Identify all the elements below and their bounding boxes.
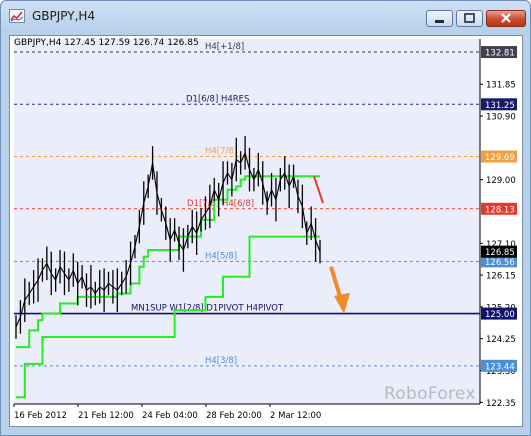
x-tick-label: 16 Feb 2012 <box>14 411 67 421</box>
y-tick-label: 122.35 <box>486 399 516 409</box>
minimize-icon <box>435 20 444 23</box>
x-tick-label: 2 Mar 12:00 <box>270 411 321 421</box>
level-label: H4[+1/8] <box>205 42 244 52</box>
price-tag-label: 125.00 <box>485 310 515 320</box>
window-title: GBPJPY,H4 <box>32 9 96 23</box>
y-tick-label: 126.15 <box>486 272 516 282</box>
close-button[interactable] <box>486 10 526 27</box>
level-label: D1[6/8] H4RES <box>186 94 249 104</box>
ohlc-readout: GBPJPY,H4 127.45 127.59 126.74 126.85 <box>14 38 199 48</box>
level-label: H4[5/8] <box>205 251 237 261</box>
price-tag-label: 129.69 <box>485 153 515 163</box>
close-icon <box>501 13 511 23</box>
level-label: H4[7/8] <box>205 147 237 157</box>
title-bar[interactable]: GBPJPY,H4 <box>1 1 530 31</box>
maximize-button[interactable] <box>456 10 483 27</box>
y-tick-label: 129.00 <box>486 176 516 186</box>
y-tick-label: 124.25 <box>486 335 516 345</box>
y-tick-label: 131.85 <box>486 81 516 91</box>
level-label: H4[3/8] <box>205 356 237 366</box>
price-tag-label: 128.13 <box>485 205 515 215</box>
y-tick-label: 130.90 <box>486 113 516 123</box>
maximize-icon <box>464 13 475 23</box>
level-label: MN1SUP W1[2/8] D1PIVOT H4PIVOT <box>131 304 284 314</box>
chart-window: GBPJPY,H4 131.85 130.90 129.00 127.10 126.15… <box>0 0 531 436</box>
price-tag-label: 126.56 <box>485 258 515 268</box>
chart-area[interactable]: 131.85130.90129.00127.10126.15125.20124.… <box>9 35 523 427</box>
x-tick-label: 28 Feb 20:00 <box>206 411 262 421</box>
price-tag-label: 131.25 <box>485 101 515 111</box>
price-tag-label: 123.44 <box>485 362 515 372</box>
broker-watermark: RoboForex <box>384 384 476 404</box>
chart-app-icon <box>9 9 25 23</box>
current-price-label: 126.85 <box>485 248 515 258</box>
price-chart[interactable]: 131.85130.90129.00127.10126.15125.20124.… <box>10 36 522 426</box>
price-tag-label: 132.81 <box>485 49 515 59</box>
minimize-button[interactable] <box>426 10 453 27</box>
x-tick-label: 24 Feb 04:00 <box>142 411 198 421</box>
x-tick-label: 21 Feb 12:00 <box>78 411 134 421</box>
